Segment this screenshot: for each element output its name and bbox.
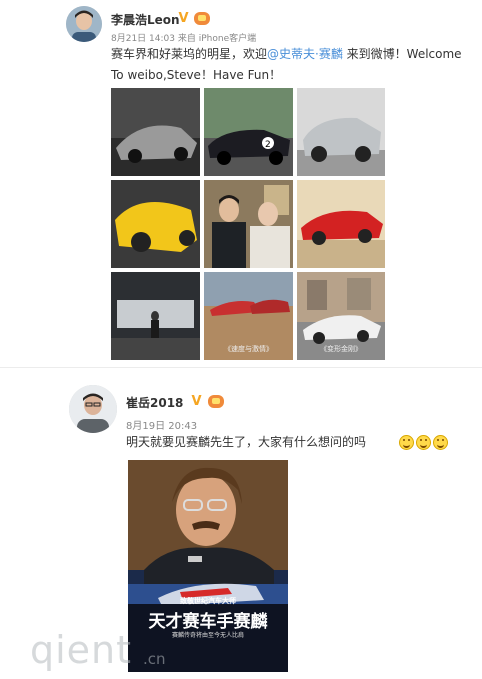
post-image-8[interactable]: 《速度与激情》: [204, 272, 293, 360]
post-time[interactable]: 8月19日 20:43: [126, 417, 197, 432]
post-image-6[interactable]: [297, 180, 385, 268]
grin-emoji-icon: [399, 435, 414, 450]
author-avatar[interactable]: [69, 385, 117, 433]
author-name[interactable]: 李晨浩Leon: [111, 11, 180, 28]
grin-emoji-icon: [416, 435, 431, 450]
site-watermark-domain: .cn: [143, 650, 166, 668]
mention-link[interactable]: @史蒂夫·赛麟: [267, 47, 343, 61]
verified-icon: V: [191, 394, 202, 409]
post-image-9[interactable]: 《变形金刚》: [297, 272, 385, 360]
verified-icon: V: [178, 11, 189, 26]
post-image-5[interactable]: [204, 180, 293, 268]
poster-tagline: 赛麟传奇将由至今无人比肩: [171, 632, 244, 639]
post-image-1[interactable]: [111, 88, 200, 176]
post-image-7[interactable]: [111, 272, 200, 360]
member-crown-icon: [194, 12, 210, 25]
image-caption: 《速度与激情》: [224, 345, 273, 353]
member-crown-icon: [208, 395, 224, 408]
post-divider: [0, 367, 482, 368]
grin-emoji-icon: [433, 435, 448, 450]
post-text: 赛车界和好莱坞的明星，欢迎@史蒂夫·赛麟 来到微博！Welcome To wei…: [111, 44, 463, 86]
svg-text:2: 2: [265, 140, 271, 150]
post-time[interactable]: 8月21日 14:03: [111, 34, 175, 44]
post-timestamp[interactable]: 8月21日 14:03 来自 iPhone客户端: [111, 31, 256, 44]
post-image-2[interactable]: 2: [204, 88, 293, 176]
poster-subtitle: 致敬世纪汽车大师: [180, 597, 236, 605]
poster-title: 天才赛车手赛麟: [148, 612, 268, 632]
image-caption: 《变形金刚》: [320, 345, 362, 353]
author-name[interactable]: 崔岳2018: [126, 394, 183, 411]
post-image-4[interactable]: [111, 180, 200, 268]
post-image-3[interactable]: [297, 88, 385, 176]
post-image-poster[interactable]: 致敬世纪汽车大师 天才赛车手赛麟 赛麟传奇将由至今无人比肩: [128, 460, 288, 672]
post-text: 明天就要见赛麟先生了，大家有什么想问的吗: [126, 435, 367, 449]
post-text-before: 赛车界和好莱坞的明星，欢迎: [111, 47, 268, 61]
post-source: 来自 iPhone客户端: [177, 34, 257, 44]
author-avatar[interactable]: [66, 6, 102, 42]
site-watermark: qient: [30, 628, 133, 672]
